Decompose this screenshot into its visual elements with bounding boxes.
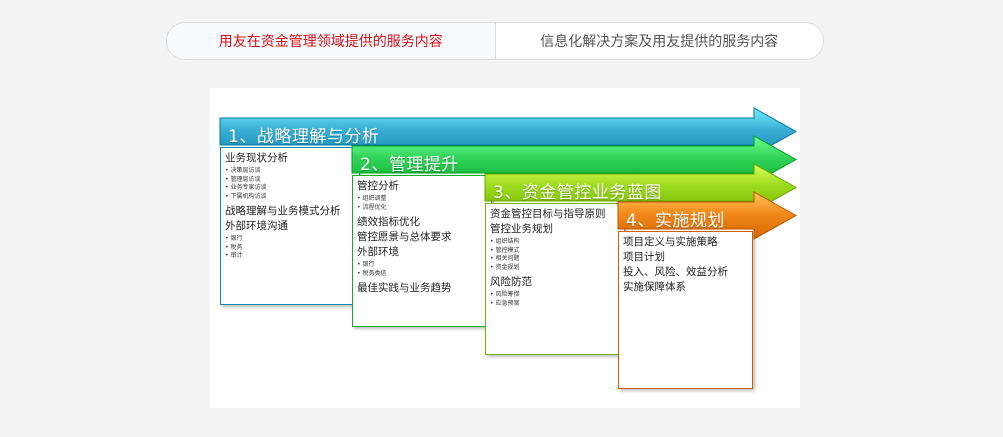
stage-1-bullet-item: 决策层访谈 xyxy=(225,167,355,176)
stage-2-title: 2、管理提升 xyxy=(360,155,459,175)
stage-3-bullet-list: 组织结构管控模式相关问题资金规划 xyxy=(490,238,620,272)
stage-3-heading: 风险防范 xyxy=(490,276,532,288)
stage-4-heading: 实施保障体系 xyxy=(623,281,686,293)
stage-1-bullet-item: 银行 xyxy=(225,235,355,244)
stage-1-content-box: 业务现状分析决策层访谈管理层访谈业务专家访谈下属机构访谈战略理解与业务模式分析外… xyxy=(220,147,360,305)
stage-3-bullet-item: 资金规划 xyxy=(490,264,620,273)
stage-3-bullet-item: 应急预案 xyxy=(490,300,620,309)
stage-1-bullet-item: 税务 xyxy=(225,244,355,253)
stage-3-bullet-item: 相关问题 xyxy=(490,255,620,264)
stage-2-bullet-item: 银行 xyxy=(357,261,487,270)
stage-1-heading: 外部环境沟通 xyxy=(225,220,288,232)
stage-2-heading: 管控愿景与总体要求 xyxy=(357,231,452,243)
stage-4-content-box: 项目定义与实施策略 项目计划 投入、风险、效益分析 实施保障体系 xyxy=(618,231,753,389)
stage-4-heading: 项目计划 xyxy=(623,251,665,263)
tab-it-solution-services[interactable]: 信息化解决方案及用友提供的服务内容 xyxy=(495,23,823,59)
stage-2-bullet-item: 组织调整 xyxy=(357,195,487,204)
stage-2-heading: 最佳实践与业务趋势 xyxy=(357,282,452,294)
stage-2-heading: 外部环境 xyxy=(357,246,399,258)
stage-3-content-box: 资金管控目标与指导原则管控业务规划组织结构管控模式相关问题资金规划风险防范风险筹… xyxy=(485,203,625,355)
stage-3-bullet-list: 风险筹措应急预案 xyxy=(490,291,620,308)
stage-1-bullet-item: 审计 xyxy=(225,252,355,261)
stage-2-bullet-item: 流程优化 xyxy=(357,204,487,213)
stage-3-bullet-item: 风险筹措 xyxy=(490,291,620,300)
stage-1-bullet-item: 管理层访谈 xyxy=(225,176,355,185)
stage-1-bullet-item: 业务专家访谈 xyxy=(225,184,355,193)
stage-4-title: 4、实施规划 xyxy=(626,211,725,231)
stage-2-bullet-item: 税务类信 xyxy=(357,270,487,279)
stage-2-bullet-list: 组织调整流程优化 xyxy=(357,195,487,212)
stage-2-content-box: 管控分析组织调整流程优化绩效指标优化管控愿景与总体要求外部环境银行税务类信最佳实… xyxy=(352,175,492,327)
stage-1-bullet-list: 银行税务审计 xyxy=(225,235,355,261)
stage-1-heading: 战略理解与业务模式分析 xyxy=(225,205,341,217)
stage-3-bullet-item: 管控模式 xyxy=(490,247,620,256)
stage-1-bullet-list: 决策层访谈管理层访谈业务专家访谈下属机构访谈 xyxy=(225,167,355,201)
stage-3-bullet-item: 组织结构 xyxy=(490,238,620,247)
tab-bar: 用友在资金管理领域提供的服务内容 信息化解决方案及用友提供的服务内容 xyxy=(166,22,824,60)
stage-2-heading: 绩效指标优化 xyxy=(357,216,420,228)
tab-fund-management-services[interactable]: 用友在资金管理领域提供的服务内容 xyxy=(167,23,495,59)
stage-2-bullet-list: 银行税务类信 xyxy=(357,261,487,278)
stage-4-heading: 投入、风险、效益分析 xyxy=(623,266,728,278)
service-process-diagram: 业务现状分析决策层访谈管理层访谈业务专家访谈下属机构访谈战略理解与业务模式分析外… xyxy=(210,88,800,408)
stage-1-bullet-item: 下属机构访谈 xyxy=(225,193,355,202)
stage-3-heading: 管控业务规划 xyxy=(490,223,553,235)
